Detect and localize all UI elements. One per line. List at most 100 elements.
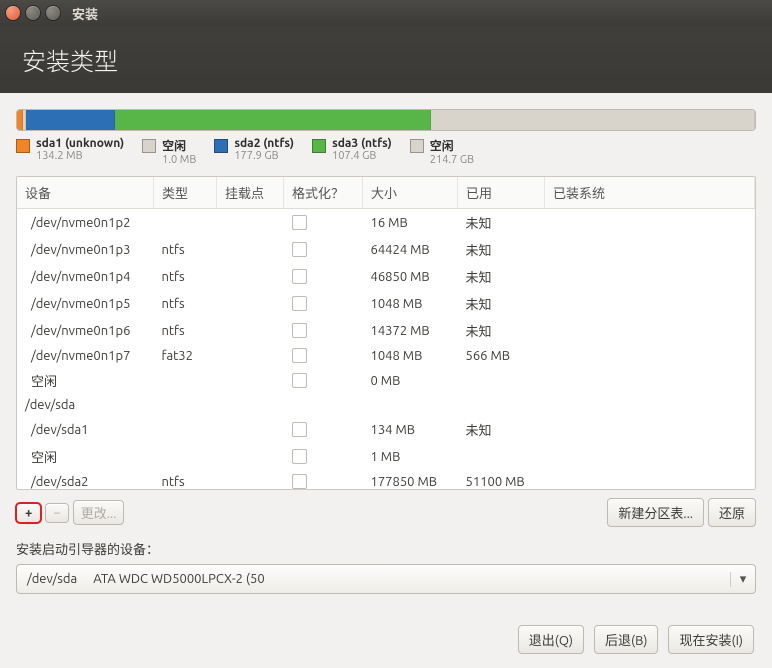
- cell-size: 16 MB: [363, 209, 458, 237]
- bootloader-desc: ATA WDC WD5000LPCX-2 (50: [93, 572, 264, 586]
- cell-mount: [217, 209, 284, 237]
- cell-mount: [217, 263, 284, 290]
- format-checkbox[interactable]: [292, 474, 307, 489]
- cell-type: fat32: [154, 344, 217, 367]
- cell-type: ntfs: [154, 470, 217, 490]
- col-size[interactable]: 大小: [363, 177, 458, 209]
- table-row[interactable]: /dev/sda: [17, 394, 755, 416]
- table-row[interactable]: /dev/nvme0n1p3ntfs64424 MB未知: [17, 236, 755, 263]
- legend-swatch: [214, 139, 228, 153]
- col-system[interactable]: 已装系统: [545, 177, 755, 209]
- cell-used: 未知: [458, 290, 545, 317]
- disk-usage-bar: [16, 109, 756, 131]
- bootloader-device-combo[interactable]: /dev/sda ATA WDC WD5000LPCX-2 (50 ▾: [16, 564, 756, 594]
- cell-system: [545, 317, 755, 344]
- legend-size: 1.0 MB: [162, 154, 196, 166]
- cell-system: [545, 470, 755, 490]
- format-checkbox[interactable]: [292, 422, 307, 437]
- legend-name: 空闲: [430, 137, 474, 154]
- cell-device: /dev/nvme0n1p6: [17, 317, 154, 344]
- cell-type: [154, 443, 217, 470]
- cell-format: [284, 470, 363, 490]
- maximize-icon[interactable]: [46, 6, 60, 20]
- cell-mount: [217, 470, 284, 490]
- format-checkbox[interactable]: [292, 296, 307, 311]
- cell-used: [458, 367, 545, 394]
- usage-segment: [26, 110, 115, 130]
- cell-used: 未知: [458, 317, 545, 344]
- cell-mount: [217, 367, 284, 394]
- cell-mount: [217, 394, 284, 416]
- format-checkbox[interactable]: [292, 373, 307, 388]
- cell-mount: [217, 317, 284, 344]
- cell-device: /dev/nvme0n1p5: [17, 290, 154, 317]
- format-checkbox[interactable]: [292, 449, 307, 464]
- cell-used: [458, 443, 545, 470]
- cell-format: [284, 209, 363, 237]
- col-type[interactable]: 类型: [154, 177, 217, 209]
- legend-item: sda3 (ntfs)107.4 GB: [312, 137, 392, 166]
- cell-mount: [217, 344, 284, 367]
- cell-system: [545, 236, 755, 263]
- col-used[interactable]: 已用: [458, 177, 545, 209]
- cell-type: ntfs: [154, 317, 217, 344]
- table-row[interactable]: /dev/sda1134 MB未知: [17, 416, 755, 443]
- table-row[interactable]: /dev/nvme0n1p7fat321048 MB566 MB: [17, 344, 755, 367]
- col-device[interactable]: 设备: [17, 177, 154, 209]
- minimize-icon[interactable]: [26, 6, 40, 20]
- table-row[interactable]: /dev/nvme0n1p6ntfs 14372 MB未知: [17, 317, 755, 344]
- cell-used: 未知: [458, 236, 545, 263]
- cell-device: 空闲: [17, 443, 154, 470]
- legend-item: 空闲214.7 GB: [410, 137, 474, 166]
- cell-system: [545, 394, 755, 416]
- table-row[interactable]: /dev/sda2ntfs177850 MB51100 MB: [17, 470, 755, 490]
- cell-device: /dev/nvme0n1p7: [17, 344, 154, 367]
- col-format[interactable]: 格式化？: [284, 177, 363, 209]
- legend-swatch: [410, 139, 424, 153]
- new-partition-table-button[interactable]: 新建分区表...: [607, 498, 704, 527]
- cell-size: 14372 MB: [363, 317, 458, 344]
- table-row[interactable]: /dev/nvme0n1p2 16 MB未知: [17, 209, 755, 237]
- cell-used: [458, 394, 545, 416]
- usage-segment: [431, 110, 755, 130]
- cell-format: [284, 443, 363, 470]
- format-checkbox[interactable]: [292, 269, 307, 284]
- table-row[interactable]: 空闲1 MB: [17, 443, 755, 470]
- partition-table[interactable]: 设备 类型 挂载点 格式化？ 大小 已用 已装系统 /dev/nvme0n1p2…: [16, 176, 756, 490]
- cell-used: 未知: [458, 209, 545, 237]
- remove-partition-button[interactable]: −: [45, 503, 68, 523]
- cell-system: [545, 209, 755, 237]
- cell-device: /dev/nvme0n1p2: [17, 209, 154, 237]
- add-partition-button[interactable]: +: [16, 503, 41, 523]
- format-checkbox[interactable]: [292, 242, 307, 257]
- window-titlebar: 安装: [0, 0, 772, 26]
- cell-system: [545, 344, 755, 367]
- change-partition-button[interactable]: 更改...: [73, 500, 125, 525]
- cell-size: [363, 394, 458, 416]
- cell-format: [284, 263, 363, 290]
- table-row[interactable]: /dev/nvme0n1p4ntfs46850 MB未知: [17, 263, 755, 290]
- revert-button[interactable]: 还原: [708, 498, 756, 527]
- legend-size: 177.9 GB: [234, 150, 294, 162]
- format-checkbox[interactable]: [292, 215, 307, 230]
- legend-name: 空闲: [162, 137, 196, 154]
- window-title: 安装: [72, 4, 98, 23]
- install-button[interactable]: 现在安装(I): [668, 625, 754, 654]
- partition-toolbar: + − 更改... 新建分区表... 还原: [16, 498, 756, 527]
- back-button[interactable]: 后退(B): [594, 625, 658, 654]
- format-checkbox[interactable]: [292, 348, 307, 363]
- table-row[interactable]: /dev/nvme0n1p5ntfs1048 MB未知: [17, 290, 755, 317]
- format-checkbox[interactable]: [292, 323, 307, 338]
- col-mount[interactable]: 挂载点: [217, 177, 284, 209]
- legend-name: sda1 (unknown): [36, 137, 124, 150]
- quit-button[interactable]: 退出(Q): [518, 625, 584, 654]
- cell-size: 64424 MB: [363, 236, 458, 263]
- close-icon[interactable]: [6, 6, 20, 20]
- legend-size: 214.7 GB: [430, 154, 474, 166]
- bootloader-label: 安装启动引导器的设备：: [16, 539, 756, 558]
- table-row[interactable]: 空闲0 MB: [17, 367, 755, 394]
- cell-used: 566 MB: [458, 344, 545, 367]
- cell-format: [284, 367, 363, 394]
- cell-mount: [217, 416, 284, 443]
- cell-type: ntfs: [154, 290, 217, 317]
